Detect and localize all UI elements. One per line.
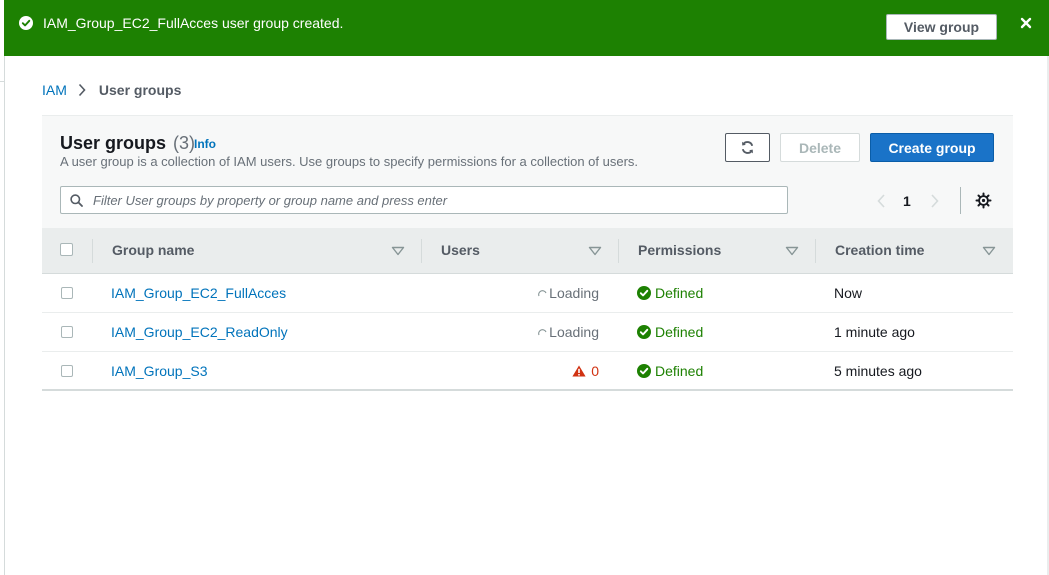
permissions-text: Defined (655, 363, 704, 379)
group-name-link[interactable]: IAM_Group_EC2_FullAcces (111, 285, 286, 301)
creation-time: Now (834, 285, 863, 301)
breadcrumb: IAM User groups (42, 82, 181, 98)
table-row: IAM_Group_EC2_FullAcces Loading Defined … (42, 274, 1013, 313)
status-success-icon (637, 286, 651, 300)
frame-divider (0, 81, 4, 82)
breadcrumb-iam-link[interactable]: IAM (42, 82, 67, 98)
delete-button[interactable]: Delete (780, 133, 860, 162)
chevron-right-icon (78, 83, 86, 97)
pagination: 1 (876, 191, 940, 211)
sort-down-icon[interactable] (391, 246, 405, 256)
column-separator (421, 239, 422, 263)
column-header-group-name[interactable]: Group name (112, 242, 194, 258)
success-flash-banner: IAM_Group_EC2_FullAcces user group creat… (4, 0, 1049, 56)
view-group-button[interactable]: View group (886, 14, 997, 40)
success-check-icon (19, 16, 33, 30)
page-title: User groups (3) (60, 133, 195, 153)
users-loading: Loading (538, 324, 599, 340)
sort-down-icon[interactable] (785, 246, 799, 256)
sort-down-icon[interactable] (588, 246, 602, 256)
group-name-link[interactable]: IAM_Group_S3 (111, 363, 208, 379)
close-icon[interactable] (1020, 17, 1032, 29)
breadcrumb-current: User groups (98, 82, 182, 98)
info-link[interactable]: Info (194, 137, 216, 151)
column-separator (815, 239, 816, 263)
warning-icon (572, 365, 586, 377)
permissions-text: Defined (655, 285, 704, 301)
group-count: (3) (173, 133, 196, 153)
filter-field[interactable] (60, 186, 788, 214)
sort-down-icon[interactable] (982, 246, 996, 256)
row-checkbox[interactable] (61, 326, 73, 338)
permissions-status: Defined (637, 285, 703, 301)
users-loading: Loading (538, 285, 599, 301)
column-separator (92, 239, 93, 263)
users-status-text: Loading (549, 324, 599, 340)
permissions-text: Defined (655, 324, 704, 340)
flash-message: IAM_Group_EC2_FullAcces user group creat… (43, 15, 344, 31)
container-header: User groups (3) Info A user group is a c… (42, 116, 1013, 228)
group-name-link[interactable]: IAM_Group_EC2_ReadOnly (111, 324, 288, 340)
chevron-left-icon[interactable] (876, 193, 886, 209)
page-frame-edge (4, 56, 5, 575)
table-row: IAM_Group_EC2_ReadOnly Loading Defined 1… (42, 313, 1013, 352)
table-row: IAM_Group_S3 0 Defined 5 minutes ago (42, 352, 1013, 391)
column-separator (618, 239, 619, 263)
column-header-users[interactable]: Users (441, 242, 480, 258)
select-all-checkbox[interactable] (60, 243, 73, 256)
permissions-status: Defined (637, 363, 703, 379)
current-page-number[interactable]: 1 (903, 193, 911, 209)
permissions-status: Defined (637, 324, 703, 340)
search-icon (70, 194, 83, 207)
creation-time: 5 minutes ago (834, 363, 922, 379)
row-checkbox[interactable] (61, 365, 73, 377)
users-count: 0 (591, 363, 599, 379)
refresh-icon (741, 141, 754, 154)
filter-input[interactable] (93, 187, 773, 213)
panel-description: A user group is a collection of IAM user… (60, 154, 639, 169)
gear-icon[interactable] (975, 192, 992, 209)
refresh-button[interactable] (725, 133, 770, 162)
create-group-button[interactable]: Create group (870, 133, 994, 162)
users-warning: 0 (572, 363, 599, 379)
table-header: Group name Users Permissions Creation ti… (42, 228, 1013, 274)
panel-title: User groups (60, 133, 167, 153)
status-success-icon (637, 364, 651, 378)
user-groups-container: User groups (3) Info A user group is a c… (42, 115, 1013, 392)
column-header-permissions[interactable]: Permissions (638, 242, 721, 258)
creation-time: 1 minute ago (834, 324, 915, 340)
chevron-right-icon[interactable] (930, 193, 940, 209)
spinner-icon (538, 289, 547, 296)
pager-divider (960, 187, 961, 214)
spinner-icon (538, 328, 547, 335)
row-checkbox[interactable] (61, 287, 73, 299)
column-header-creation-time[interactable]: Creation time (835, 242, 924, 258)
status-success-icon (637, 325, 651, 339)
users-status-text: Loading (549, 285, 599, 301)
